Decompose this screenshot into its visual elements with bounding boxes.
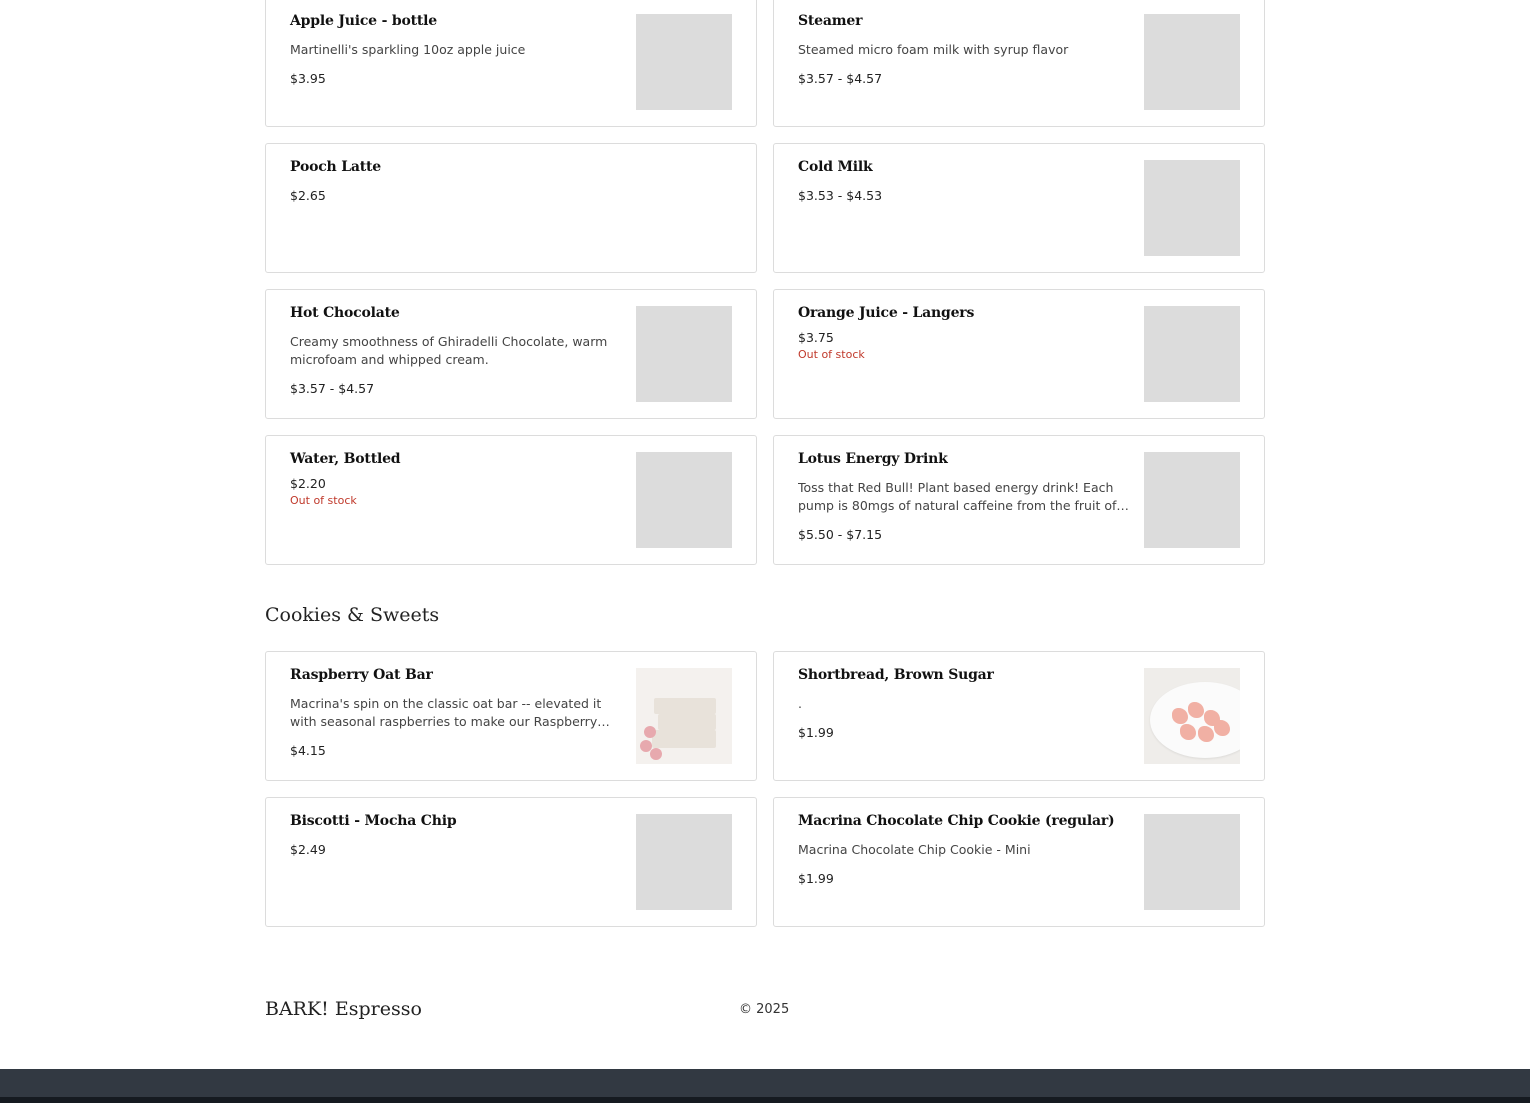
menu-item-card-lotus-energy-drink[interactable]: Lotus Energy Drink Toss that Red Bull! Pl… [773, 435, 1265, 565]
footer-brand-link[interactable]: BARK! Espresso [265, 996, 422, 1022]
menu-item-description: Macrina Chocolate Chip Cookie - Mini [798, 842, 1031, 857]
menu-item-price: $1.99 [798, 871, 834, 886]
menu-item-price: $3.57 - $4.57 [290, 381, 375, 396]
menu-item-info: Raspberry Oat Bar Macrina's spin on the c… [290, 666, 622, 760]
menu-item-card-water-bottled[interactable]: Water, Bottled $2.20 Out of stock [265, 435, 757, 565]
menu-item-name: Orange Juice - Langers [798, 305, 975, 321]
menu-item-info: Cold Milk $3.53 - $4.53 [798, 158, 1130, 205]
menu-item-price: $3.95 [290, 71, 326, 86]
menu-item-name: Hot Chocolate [290, 305, 400, 321]
menu-item-price: $3.75 [798, 330, 834, 345]
menu-item-card-hot-chocolate[interactable]: Hot Chocolate Creamy smoothness of Ghirad… [265, 289, 757, 419]
menu-item-image [1144, 668, 1240, 764]
menu-item-price: $3.53 - $4.53 [798, 188, 883, 203]
menu-item-image-placeholder [1144, 14, 1240, 110]
menu-item-description: Creamy smoothness of Ghiradelli Chocolat… [290, 334, 608, 367]
menu-item-card-apple-juice-bottle[interactable]: Apple Juice - bottle Martinelli's sparkli… [265, 0, 757, 127]
menu-item-info: Steamer Steamed micro foam milk with syru… [798, 12, 1130, 88]
menu-item-image-placeholder [1144, 814, 1240, 910]
menu-item-price: $2.65 [290, 188, 326, 203]
menu-item-description: Steamed micro foam milk with syrup flavo… [798, 42, 1069, 57]
section-title-cookies-sweets: Cookies & Sweets [265, 604, 440, 626]
menu-item-name: Cold Milk [798, 159, 873, 175]
menu-item-description: Macrina's spin on the classic oat bar --… [290, 696, 602, 729]
menu-item-name: Raspberry Oat Bar [290, 667, 433, 683]
menu-item-name: Pooch Latte [290, 159, 381, 175]
menu-item-card-pooch-latte[interactable]: Pooch Latte $2.65 [265, 143, 757, 273]
bottom-bar [0, 1069, 1530, 1103]
menu-item-info: Water, Bottled $2.20 Out of stock [290, 450, 622, 508]
menu-item-image-placeholder [636, 814, 732, 910]
menu-item-card-cold-milk[interactable]: Cold Milk $3.53 - $4.53 [773, 143, 1265, 273]
menu-item-card-raspberry-oat-bar[interactable]: Raspberry Oat Bar Macrina's spin on the c… [265, 651, 757, 781]
menu-item-price: $1.99 [798, 725, 834, 740]
menu-item-description: Toss that Red Bull! Plant based energy d… [798, 480, 1117, 513]
menu-item-name: Biscotti - Mocha Chip [290, 813, 457, 829]
menu-item-description: Martinelli's sparkling 10oz apple juice [290, 42, 526, 57]
menu-item-name: Shortbread, Brown Sugar [798, 667, 994, 683]
menu-item-name: Lotus Energy Drink [798, 451, 948, 467]
menu-item-image-placeholder [636, 306, 732, 402]
menu-item-image-placeholder [636, 452, 732, 548]
menu-item-info: Orange Juice - Langers $3.75 Out of stock [798, 304, 1130, 362]
menu-item-price: $5.50 - $7.15 [798, 527, 883, 542]
menu-item-name: Apple Juice - bottle [290, 13, 437, 29]
menu-item-name: Steamer [798, 13, 863, 29]
footer-copyright: © 2025 [739, 1002, 790, 1017]
menu-item-card-macrina-chocolate-chip-cookie-regular[interactable]: Macrina Chocolate Chip Cookie (regular) M… [773, 797, 1265, 927]
menu-item-info: Apple Juice - bottle Martinelli's sparkli… [290, 12, 622, 88]
menu-item-info: Pooch Latte $2.65 [290, 158, 730, 205]
footer: BARK! Espresso © 2025 [0, 990, 1530, 1030]
menu-item-info: Shortbread, Brown Sugar. $1.99 [798, 666, 1130, 742]
menu-item-card-steamer[interactable]: Steamer Steamed micro foam milk with syru… [773, 0, 1265, 127]
menu-grid-cookies-sweets: Raspberry Oat Bar Macrina's spin on the c… [265, 651, 1265, 927]
menu-item-name: Macrina Chocolate Chip Cookie (regular) [798, 813, 1115, 829]
menu-item-price: $3.57 - $4.57 [798, 71, 883, 86]
menu-item-card-biscotti-mocha-chip[interactable]: Biscotti - Mocha Chip $2.49 [265, 797, 757, 927]
menu-grid-drinks: Apple Juice - bottle Martinelli's sparkli… [265, 0, 1265, 565]
menu-item-image-placeholder [1144, 160, 1240, 256]
menu-item-image-placeholder [1144, 452, 1240, 548]
menu-item-image-placeholder [636, 14, 732, 110]
menu-item-info: Macrina Chocolate Chip Cookie (regular) M… [798, 812, 1130, 888]
menu-item-price: $2.49 [290, 842, 326, 857]
menu-item-info: Hot Chocolate Creamy smoothness of Ghirad… [290, 304, 622, 398]
out-of-stock-label: Out of stock [798, 348, 865, 361]
menu-item-price: $2.20 [290, 476, 326, 491]
menu-item-description: . [798, 696, 802, 711]
out-of-stock-label: Out of stock [290, 494, 357, 507]
menu-item-card-shortbread-brown-sugar[interactable]: Shortbread, Brown Sugar. $1.99 [773, 651, 1265, 781]
menu-item-info: Lotus Energy Drink Toss that Red Bull! Pl… [798, 450, 1130, 544]
menu-item-image [636, 668, 732, 764]
menu-item-info: Biscotti - Mocha Chip $2.49 [290, 812, 622, 859]
menu-item-price: $4.15 [290, 743, 326, 758]
menu-item-name: Water, Bottled [290, 451, 401, 467]
menu-item-card-orange-juice-langers[interactable]: Orange Juice - Langers $3.75 Out of stock [773, 289, 1265, 419]
menu-item-image-placeholder [1144, 306, 1240, 402]
